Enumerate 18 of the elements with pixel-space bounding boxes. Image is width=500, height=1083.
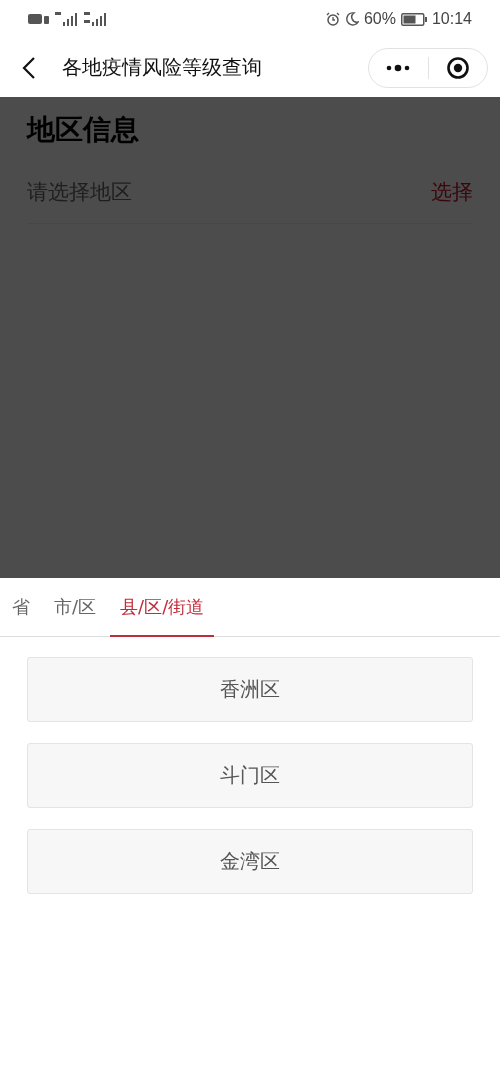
back-icon (22, 55, 36, 80)
signal-icon (84, 12, 108, 26)
moon-icon (344, 12, 359, 26)
district-option[interactable]: 金湾区 (27, 829, 473, 894)
section-heading: 地区信息 (27, 112, 140, 148)
page-title: 各地疫情风险等级查询 (62, 54, 263, 81)
more-icon (385, 63, 412, 72)
battery-icon (400, 12, 427, 26)
target-icon (445, 55, 470, 80)
alarm-icon (325, 12, 340, 26)
clock-time: 10:14 (431, 10, 472, 28)
region-tab[interactable]: 市/区 (44, 578, 107, 637)
region-tab[interactable]: 省 (2, 578, 40, 637)
region-tab[interactable]: 县/区/街道 (110, 578, 215, 637)
district-option[interactable]: 香洲区 (27, 657, 473, 722)
signal-icon (55, 12, 79, 26)
district-option[interactable]: 斗门区 (27, 743, 473, 808)
battery-percent: 60% (363, 10, 396, 28)
